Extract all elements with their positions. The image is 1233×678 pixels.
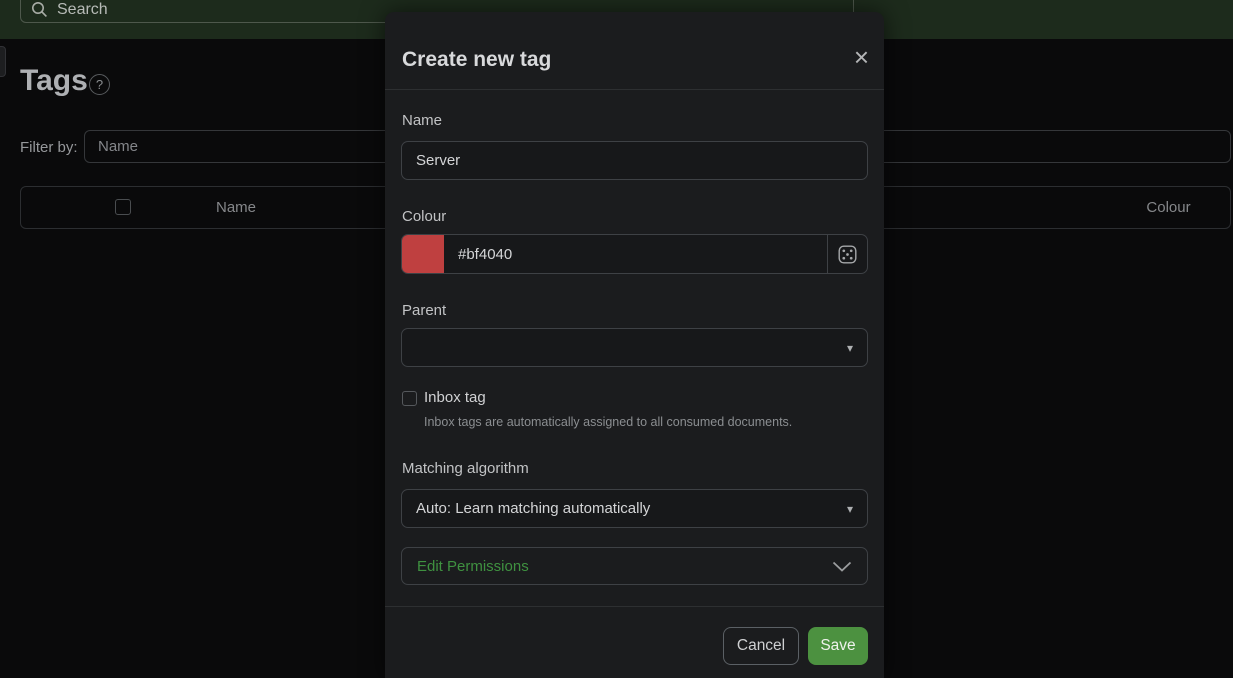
modal-footer-divider [385, 606, 884, 607]
cancel-button[interactable]: Cancel [723, 627, 799, 665]
help-icon[interactable]: ? [89, 74, 110, 95]
filter-by-label: Filter by: [20, 139, 78, 156]
chevron-down-icon [832, 561, 852, 572]
caret-down-icon: ▾ [847, 502, 853, 516]
edit-permissions-label: Edit Permissions [417, 558, 529, 575]
inbox-tag-hint: Inbox tags are automatically assigned to… [424, 415, 792, 429]
select-all-checkbox[interactable] [115, 199, 131, 215]
modal-header-divider [385, 89, 884, 90]
tag-name-input[interactable] [401, 141, 868, 180]
colour-swatch [402, 235, 444, 273]
name-label: Name [402, 112, 442, 129]
matching-algorithm-value: Auto: Learn matching automatically [416, 500, 650, 517]
global-search-placeholder: Search [57, 1, 108, 19]
modal-title: Create new tag [402, 48, 551, 72]
random-colour-button[interactable] [827, 235, 867, 273]
close-icon[interactable]: × [854, 44, 869, 70]
matching-algorithm-select[interactable]: Auto: Learn matching automatically ▾ [401, 489, 868, 528]
column-header-name[interactable]: Name [181, 199, 291, 216]
colour-hex-input[interactable] [444, 235, 827, 273]
inbox-tag-checkbox[interactable] [402, 391, 417, 406]
page-title: Tags [20, 64, 88, 98]
parent-select[interactable]: ▾ [401, 328, 868, 367]
dice-icon [838, 245, 857, 264]
create-tag-modal: Create new tag × Name Colour Parent ▾ In… [385, 12, 884, 678]
colour-label: Colour [402, 208, 446, 225]
caret-down-icon: ▾ [847, 341, 853, 355]
inbox-tag-label[interactable]: Inbox tag [424, 389, 486, 406]
matching-algorithm-label: Matching algorithm [402, 460, 529, 477]
search-icon [31, 1, 48, 18]
save-button[interactable]: Save [808, 627, 868, 665]
edit-permissions-toggle[interactable]: Edit Permissions [401, 547, 868, 585]
parent-label: Parent [402, 302, 446, 319]
sidebar-edge-fragment [0, 46, 6, 77]
column-header-colour[interactable]: Colour [1121, 199, 1216, 216]
colour-input-group [401, 234, 868, 274]
